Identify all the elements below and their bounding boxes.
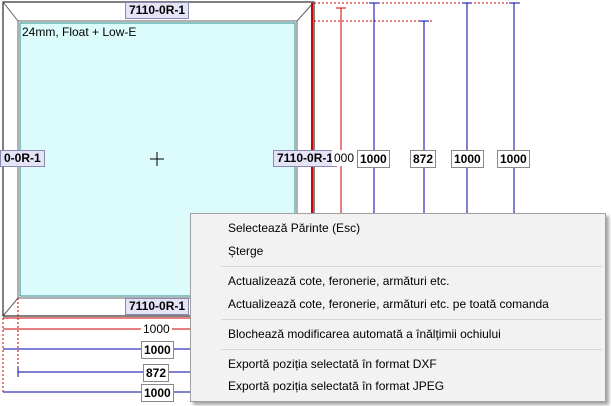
vertical-dimension-lines[interactable] [336,2,519,213]
context-menu: Selectează Părinte (Esc) Șterge Actualiz… [190,213,606,402]
menu-item-update-dimensions[interactable]: Actualizează cote, feronerie, armături e… [192,270,604,292]
dimension-label-vertical[interactable]: 1000 [451,150,484,168]
menu-separator [221,319,602,320]
dimension-label-vertical[interactable]: 1000 [497,150,530,168]
dimension-label-vertical[interactable]: 000 [332,150,357,166]
glass-spec-label: 24mm, Float + Low-E [22,25,137,39]
menu-item-select-parent[interactable]: Selectează Părinte (Esc) [192,217,604,239]
dimension-label-horizontal[interactable]: 872 [143,364,170,382]
menu-item-update-dimensions-whole-order[interactable]: Actualizează cote, feronerie, armături e… [192,293,604,315]
dimension-label-horizontal[interactable]: 1000 [141,341,174,359]
menu-item-lock-sash-height[interactable]: Blochează modificarea automată a înălțim… [192,323,604,345]
profile-label-left[interactable]: 0-0R-1 [0,150,45,167]
dimension-label-horizontal[interactable]: 1000 [141,321,172,337]
dimension-label-vertical[interactable]: 1000 [357,150,390,168]
menu-separator [221,349,602,350]
dimension-label-horizontal[interactable]: 1000 [141,384,174,402]
dimension-label-vertical[interactable]: 872 [410,150,437,168]
top-extension-lines [314,2,520,22]
menu-item-delete[interactable]: Șterge [192,240,604,262]
menu-item-export-dxf[interactable]: Exportă poziția selectată în format DXF [192,353,604,375]
horizontal-dimension-lines[interactable] [3,328,190,393]
menu-item-export-jpeg[interactable]: Exportă poziția selectată în format JPEG [192,375,604,397]
profile-label-bottom[interactable]: 7110-0R-1 [125,298,190,315]
profile-label-top[interactable]: 7110-0R-1 [125,2,190,19]
profile-label-right[interactable]: 7110-0R-1 [273,150,338,167]
menu-separator [221,266,602,267]
